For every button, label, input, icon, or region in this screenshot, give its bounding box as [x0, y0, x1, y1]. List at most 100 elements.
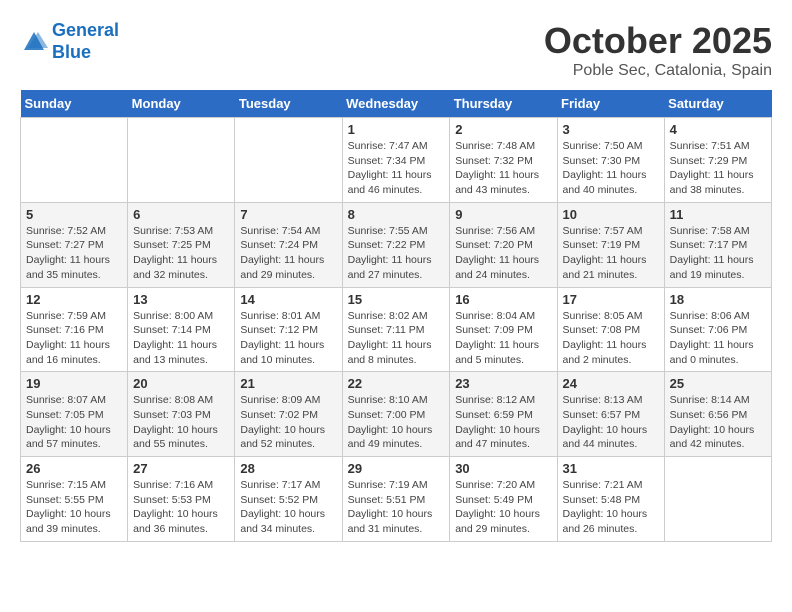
calendar-cell: 26 Sunrise: 7:15 AM Sunset: 5:55 PM Dayli…	[21, 457, 128, 542]
calendar-cell: 23 Sunrise: 8:12 AM Sunset: 6:59 PM Dayli…	[450, 372, 557, 457]
week-row-2: 5 Sunrise: 7:52 AM Sunset: 7:27 PM Daylig…	[21, 202, 772, 287]
day-number: 30	[455, 461, 551, 476]
day-info: Sunrise: 8:04 AM Sunset: 7:09 PM Dayligh…	[455, 309, 551, 368]
day-info: Sunrise: 8:14 AM Sunset: 6:56 PM Dayligh…	[670, 393, 766, 452]
day-number: 26	[26, 461, 122, 476]
calendar-cell: 10Sunrise: 7:57 AM Sunset: 7:19 PM Dayli…	[557, 202, 664, 287]
calendar-cell: 25 Sunrise: 8:14 AM Sunset: 6:56 PM Dayli…	[664, 372, 771, 457]
day-number: 22	[348, 376, 445, 391]
calendar-cell: 12 Sunrise: 7:59 AM Sunset: 7:16 PM Dayli…	[21, 287, 128, 372]
day-number: 6	[133, 207, 229, 222]
day-number: 23	[455, 376, 551, 391]
calendar-cell: 8 Sunrise: 7:55 AM Sunset: 7:22 PM Daylig…	[342, 202, 450, 287]
day-number: 25	[670, 376, 766, 391]
calendar-cell: 31 Sunrise: 7:21 AM Sunset: 5:48 PM Dayli…	[557, 457, 664, 542]
logo-icon	[20, 28, 48, 56]
day-number: 18	[670, 292, 766, 307]
logo: General Blue	[20, 20, 119, 63]
day-info: Sunrise: 8:13 AM Sunset: 6:57 PM Dayligh…	[563, 393, 659, 452]
day-info: Sunrise: 7:54 AM Sunset: 7:24 PM Dayligh…	[240, 224, 336, 283]
weekday-header-wednesday: Wednesday	[342, 90, 450, 118]
page-header: General Blue October 2025 Poble Sec, Cat…	[20, 20, 772, 80]
calendar-cell: 27Sunrise: 7:16 AM Sunset: 5:53 PM Dayli…	[128, 457, 235, 542]
day-info: Sunrise: 7:21 AM Sunset: 5:48 PM Dayligh…	[563, 478, 659, 537]
calendar-cell: 16 Sunrise: 8:04 AM Sunset: 7:09 PM Dayli…	[450, 287, 557, 372]
calendar-cell: 22 Sunrise: 8:10 AM Sunset: 7:00 PM Dayli…	[342, 372, 450, 457]
logo-text: General Blue	[52, 20, 119, 63]
day-info: Sunrise: 8:06 AM Sunset: 7:06 PM Dayligh…	[670, 309, 766, 368]
calendar-cell: 17 Sunrise: 8:05 AM Sunset: 7:08 PM Dayli…	[557, 287, 664, 372]
day-number: 15	[348, 292, 445, 307]
day-info: Sunrise: 7:16 AM Sunset: 5:53 PM Dayligh…	[133, 478, 229, 537]
calendar-cell	[664, 457, 771, 542]
day-info: Sunrise: 7:53 AM Sunset: 7:25 PM Dayligh…	[133, 224, 229, 283]
day-info: Sunrise: 7:15 AM Sunset: 5:55 PM Dayligh…	[26, 478, 122, 537]
day-number: 12	[26, 292, 122, 307]
day-info: Sunrise: 8:00 AM Sunset: 7:14 PM Dayligh…	[133, 309, 229, 368]
calendar-cell: 29 Sunrise: 7:19 AM Sunset: 5:51 PM Dayli…	[342, 457, 450, 542]
calendar-cell: 11 Sunrise: 7:58 AM Sunset: 7:17 PM Dayli…	[664, 202, 771, 287]
day-info: Sunrise: 7:58 AM Sunset: 7:17 PM Dayligh…	[670, 224, 766, 283]
calendar-cell: 21 Sunrise: 8:09 AM Sunset: 7:02 PM Dayli…	[235, 372, 342, 457]
weekday-header-sunday: Sunday	[21, 90, 128, 118]
day-info: Sunrise: 7:19 AM Sunset: 5:51 PM Dayligh…	[348, 478, 445, 537]
day-info: Sunrise: 7:50 AM Sunset: 7:30 PM Dayligh…	[563, 139, 659, 198]
day-number: 19	[26, 376, 122, 391]
week-row-5: 26 Sunrise: 7:15 AM Sunset: 5:55 PM Dayli…	[21, 457, 772, 542]
calendar-cell: 13 Sunrise: 8:00 AM Sunset: 7:14 PM Dayli…	[128, 287, 235, 372]
calendar-cell: 6 Sunrise: 7:53 AM Sunset: 7:25 PM Daylig…	[128, 202, 235, 287]
calendar-cell	[235, 118, 342, 203]
day-number: 5	[26, 207, 122, 222]
month-title: October 2025	[544, 20, 772, 62]
day-number: 4	[670, 122, 766, 137]
day-info: Sunrise: 8:07 AM Sunset: 7:05 PM Dayligh…	[26, 393, 122, 452]
calendar-table: SundayMondayTuesdayWednesdayThursdayFrid…	[20, 90, 772, 542]
day-number: 14	[240, 292, 336, 307]
day-number: 9	[455, 207, 551, 222]
day-info: Sunrise: 7:59 AM Sunset: 7:16 PM Dayligh…	[26, 309, 122, 368]
day-number: 17	[563, 292, 659, 307]
day-number: 11	[670, 207, 766, 222]
day-info: Sunrise: 7:20 AM Sunset: 5:49 PM Dayligh…	[455, 478, 551, 537]
logo-line2: Blue	[52, 42, 91, 62]
day-number: 3	[563, 122, 659, 137]
day-info: Sunrise: 8:09 AM Sunset: 7:02 PM Dayligh…	[240, 393, 336, 452]
day-info: Sunrise: 7:48 AM Sunset: 7:32 PM Dayligh…	[455, 139, 551, 198]
day-number: 16	[455, 292, 551, 307]
weekday-header-thursday: Thursday	[450, 90, 557, 118]
calendar-cell: 18 Sunrise: 8:06 AM Sunset: 7:06 PM Dayli…	[664, 287, 771, 372]
calendar-cell: 19 Sunrise: 8:07 AM Sunset: 7:05 PM Dayli…	[21, 372, 128, 457]
day-info: Sunrise: 8:12 AM Sunset: 6:59 PM Dayligh…	[455, 393, 551, 452]
day-number: 1	[348, 122, 445, 137]
title-block: October 2025 Poble Sec, Catalonia, Spain	[544, 20, 772, 80]
day-number: 29	[348, 461, 445, 476]
week-row-4: 19 Sunrise: 8:07 AM Sunset: 7:05 PM Dayli…	[21, 372, 772, 457]
calendar-cell: 28Sunrise: 7:17 AM Sunset: 5:52 PM Dayli…	[235, 457, 342, 542]
weekday-header-tuesday: Tuesday	[235, 90, 342, 118]
calendar-cell: 2Sunrise: 7:48 AM Sunset: 7:32 PM Daylig…	[450, 118, 557, 203]
calendar-cell: 4Sunrise: 7:51 AM Sunset: 7:29 PM Daylig…	[664, 118, 771, 203]
day-info: Sunrise: 7:52 AM Sunset: 7:27 PM Dayligh…	[26, 224, 122, 283]
day-number: 31	[563, 461, 659, 476]
day-number: 8	[348, 207, 445, 222]
location-subtitle: Poble Sec, Catalonia, Spain	[544, 62, 772, 80]
calendar-cell: 9 Sunrise: 7:56 AM Sunset: 7:20 PM Daylig…	[450, 202, 557, 287]
day-info: Sunrise: 7:56 AM Sunset: 7:20 PM Dayligh…	[455, 224, 551, 283]
weekday-header-monday: Monday	[128, 90, 235, 118]
day-info: Sunrise: 8:10 AM Sunset: 7:00 PM Dayligh…	[348, 393, 445, 452]
calendar-cell: 5 Sunrise: 7:52 AM Sunset: 7:27 PM Daylig…	[21, 202, 128, 287]
day-number: 21	[240, 376, 336, 391]
day-number: 13	[133, 292, 229, 307]
logo-line1: General	[52, 20, 119, 40]
day-info: Sunrise: 7:55 AM Sunset: 7:22 PM Dayligh…	[348, 224, 445, 283]
week-row-1: 1Sunrise: 7:47 AM Sunset: 7:34 PM Daylig…	[21, 118, 772, 203]
day-info: Sunrise: 8:05 AM Sunset: 7:08 PM Dayligh…	[563, 309, 659, 368]
calendar-cell	[21, 118, 128, 203]
day-info: Sunrise: 7:17 AM Sunset: 5:52 PM Dayligh…	[240, 478, 336, 537]
calendar-cell: 1Sunrise: 7:47 AM Sunset: 7:34 PM Daylig…	[342, 118, 450, 203]
calendar-cell: 20Sunrise: 8:08 AM Sunset: 7:03 PM Dayli…	[128, 372, 235, 457]
day-info: Sunrise: 7:57 AM Sunset: 7:19 PM Dayligh…	[563, 224, 659, 283]
weekday-header-saturday: Saturday	[664, 90, 771, 118]
day-info: Sunrise: 8:08 AM Sunset: 7:03 PM Dayligh…	[133, 393, 229, 452]
weekday-header-friday: Friday	[557, 90, 664, 118]
